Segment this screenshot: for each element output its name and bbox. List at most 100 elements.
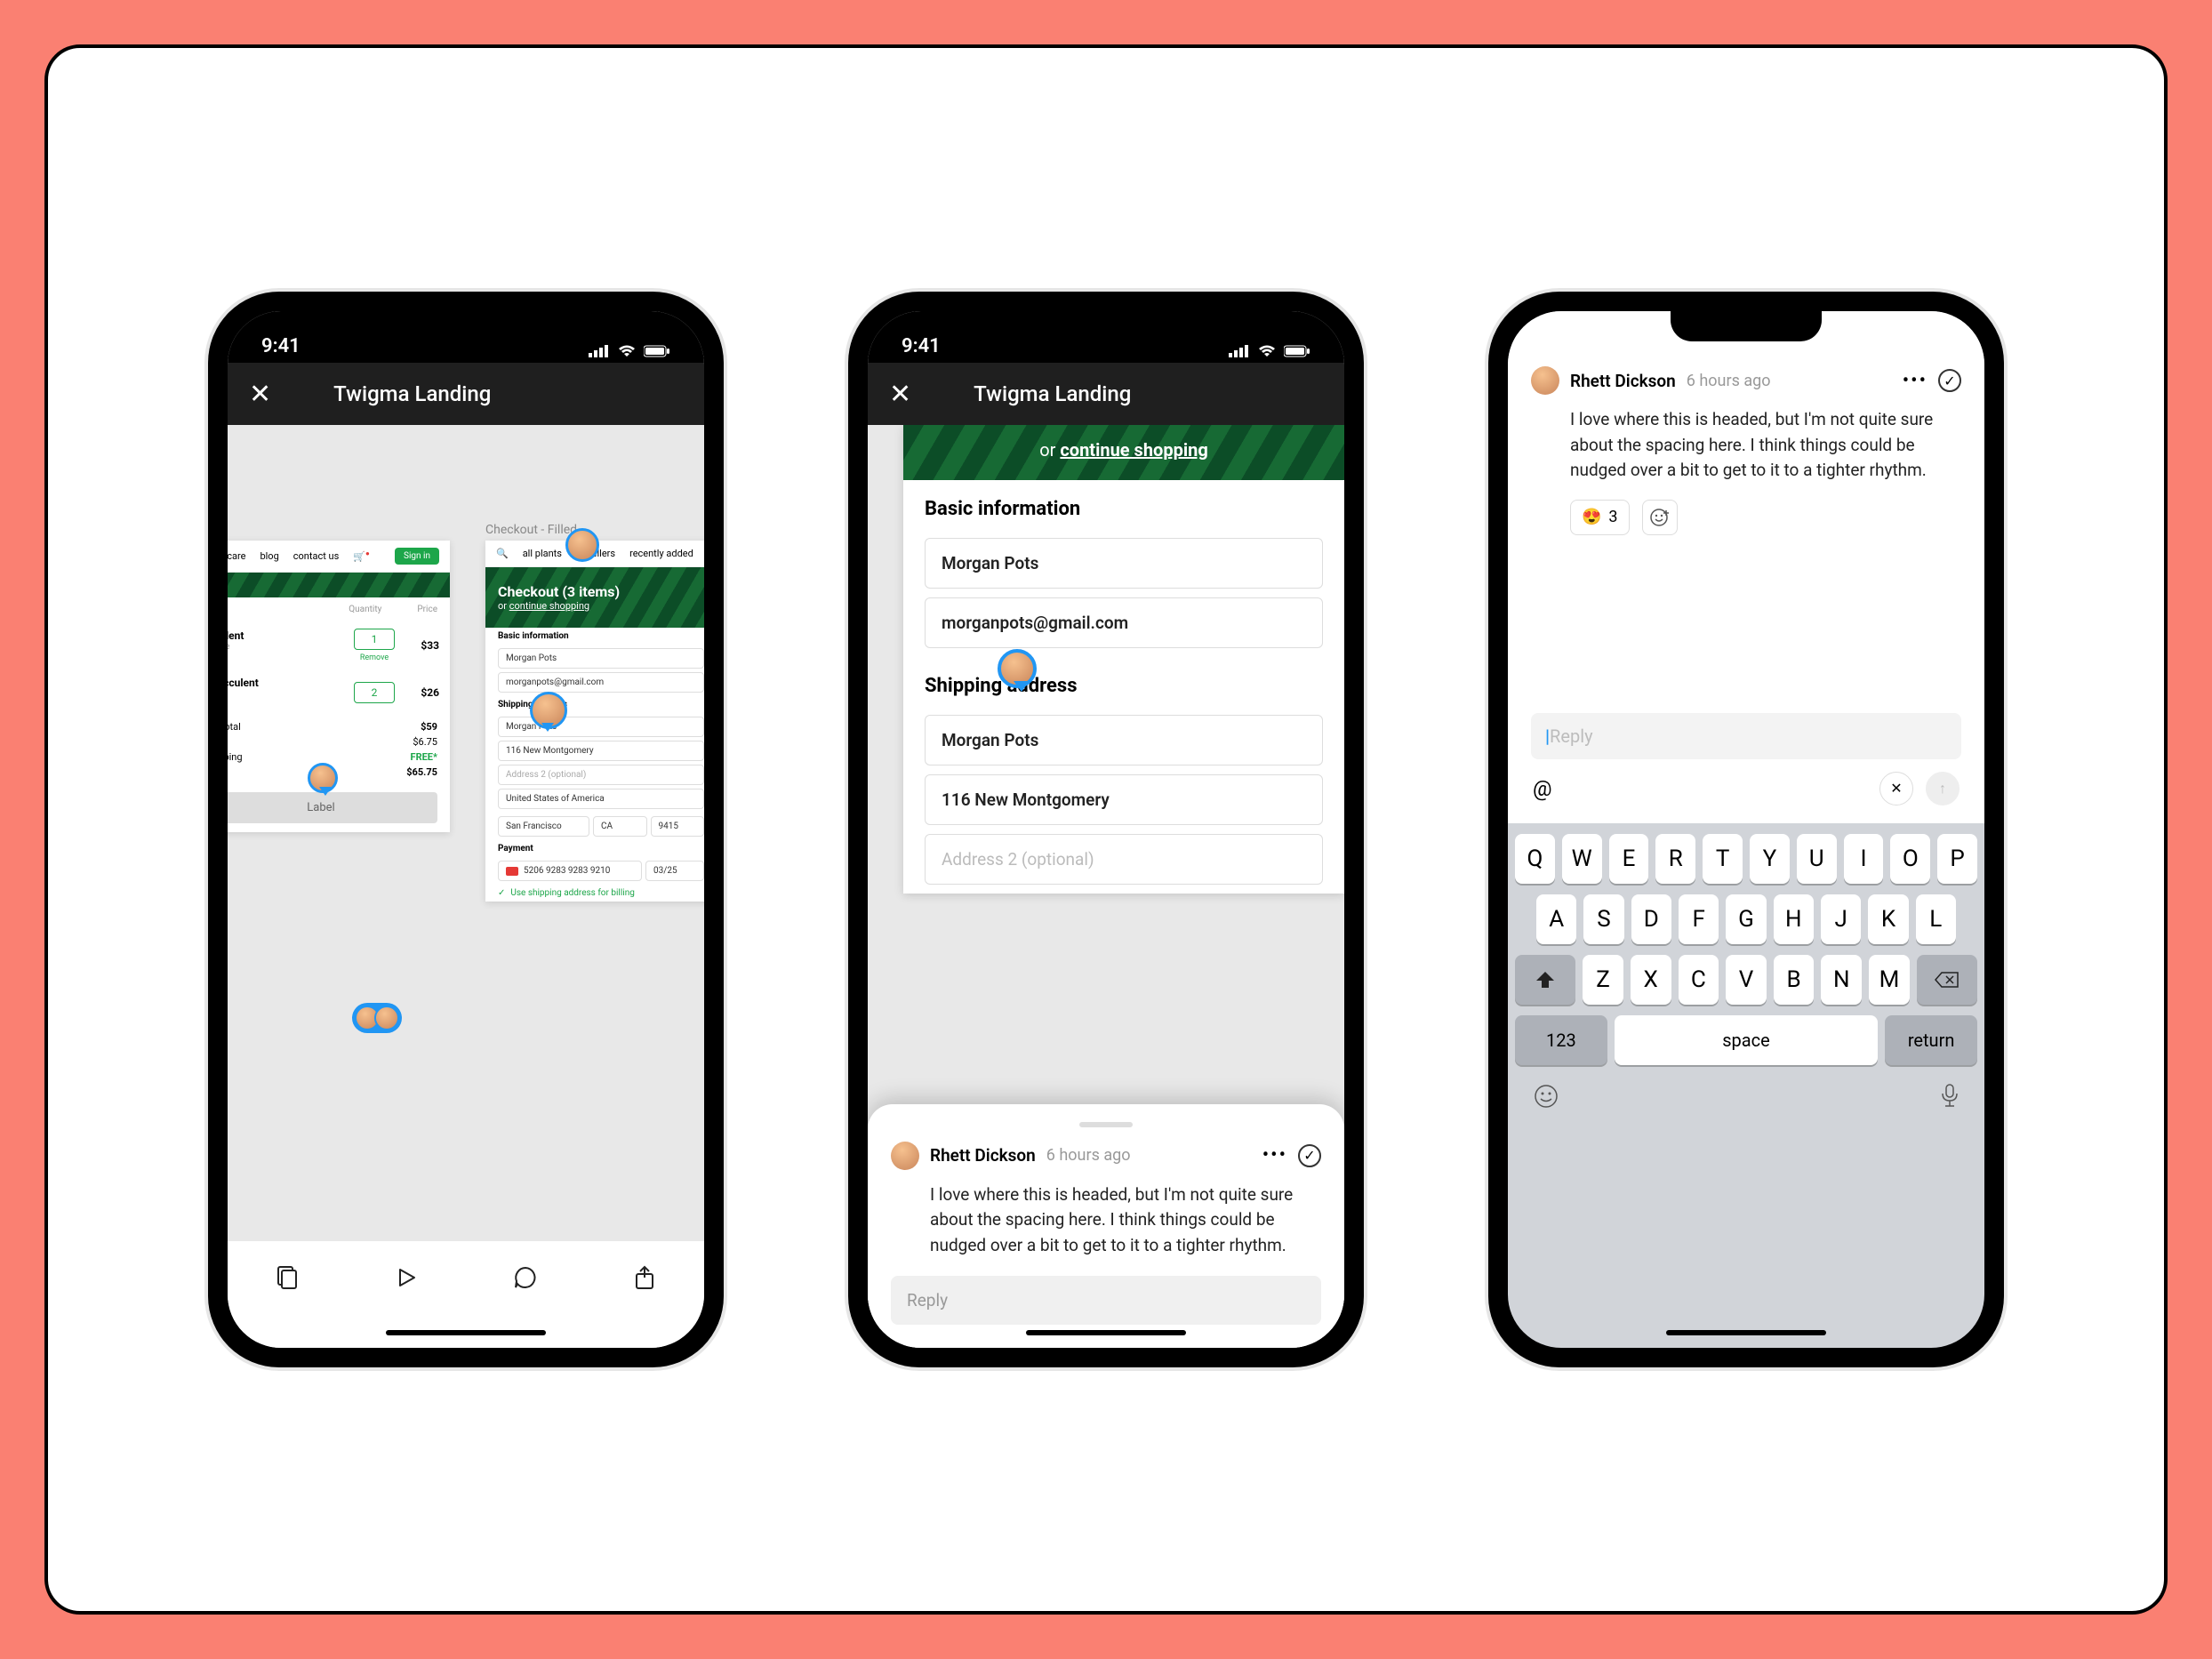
- ship-name-field[interactable]: Morgan Pots: [498, 717, 704, 737]
- key-c[interactable]: C: [1679, 955, 1719, 1005]
- key-y[interactable]: Y: [1750, 834, 1790, 884]
- nav-recent[interactable]: recently added: [629, 548, 693, 559]
- artboard-checkout-zoomed[interactable]: or continue shopping Basic information M…: [903, 425, 1344, 894]
- search-icon[interactable]: 🔍: [496, 548, 509, 559]
- key-x[interactable]: X: [1631, 955, 1671, 1005]
- emoji-keyboard-button[interactable]: [1533, 1083, 1559, 1110]
- home-indicator[interactable]: [1026, 1330, 1186, 1335]
- comment-pin-avatar[interactable]: [530, 692, 567, 729]
- home-indicator[interactable]: [1666, 1330, 1826, 1335]
- pages-button[interactable]: [270, 1261, 304, 1294]
- key-d[interactable]: D: [1631, 894, 1671, 944]
- key-r[interactable]: R: [1655, 834, 1695, 884]
- item-name: y Succulent: [228, 677, 354, 689]
- shift-key[interactable]: [1515, 955, 1575, 1005]
- play-button[interactable]: [389, 1261, 423, 1294]
- space-key[interactable]: space: [1615, 1015, 1878, 1065]
- key-t[interactable]: T: [1703, 834, 1743, 884]
- signin-button[interactable]: Sign in: [395, 548, 439, 565]
- comment-panel[interactable]: Rhett Dickson 6 hours ago ••• ✓ I love w…: [868, 1104, 1344, 1349]
- ship-city-field[interactable]: San Francisco: [498, 816, 589, 837]
- key-v[interactable]: V: [1726, 955, 1767, 1005]
- comment-pin-avatar[interactable]: [998, 649, 1037, 688]
- ship-addr2-field[interactable]: Address 2 (optional): [498, 765, 704, 785]
- comment-pin-cluster[interactable]: [352, 1003, 402, 1033]
- share-button[interactable]: [628, 1261, 661, 1294]
- design-canvas-zoomed[interactable]: or continue shopping Basic information M…: [868, 425, 1344, 1348]
- key-b[interactable]: B: [1774, 955, 1815, 1005]
- return-key[interactable]: return: [1885, 1015, 1977, 1065]
- basic-email-field[interactable]: morganpots@gmail.com: [498, 672, 704, 693]
- continue-shopping-link[interactable]: continue shopping: [509, 600, 589, 612]
- nav-plant-care[interactable]: plant care: [228, 550, 245, 562]
- close-button[interactable]: ✕: [249, 379, 271, 410]
- remove-link[interactable]: Remove: [354, 653, 395, 662]
- cart-icon[interactable]: 🛒●: [353, 549, 370, 563]
- dictation-button[interactable]: [1940, 1083, 1960, 1110]
- key-z[interactable]: Z: [1583, 955, 1623, 1005]
- backspace-key[interactable]: [1917, 955, 1977, 1005]
- card-number-field[interactable]: 5206 9283 9283 9210: [498, 861, 642, 881]
- qty-stepper[interactable]: 1: [354, 629, 395, 650]
- key-k[interactable]: K: [1868, 894, 1908, 944]
- reply-input[interactable]: Reply: [891, 1276, 1321, 1325]
- numbers-key[interactable]: 123: [1515, 1015, 1607, 1065]
- add-reaction-button[interactable]: [1642, 500, 1678, 535]
- close-reply-button[interactable]: ✕: [1879, 772, 1913, 805]
- artboard-checkout[interactable]: 🔍 all plants st sellers recently added C…: [485, 541, 704, 902]
- key-f[interactable]: F: [1679, 894, 1719, 944]
- key-i[interactable]: I: [1844, 834, 1884, 884]
- resolve-button[interactable]: ✓: [1938, 369, 1961, 392]
- drag-handle[interactable]: [1079, 1122, 1133, 1127]
- key-p[interactable]: P: [1937, 834, 1977, 884]
- nav-contact[interactable]: contact us: [293, 550, 340, 562]
- home-indicator[interactable]: [386, 1330, 546, 1335]
- continue-shopping-link[interactable]: continue shopping: [1060, 439, 1207, 461]
- comment-button[interactable]: [509, 1261, 542, 1294]
- more-menu[interactable]: •••: [1262, 1144, 1287, 1166]
- key-e[interactable]: E: [1609, 834, 1649, 884]
- presence-avatar[interactable]: [565, 528, 599, 562]
- ship-name-field[interactable]: Morgan Pots: [925, 715, 1323, 765]
- qty-stepper[interactable]: 2: [354, 682, 395, 703]
- label-button[interactable]: Label: [228, 792, 437, 823]
- resolve-button[interactable]: ✓: [1298, 1144, 1321, 1167]
- ship-state-field[interactable]: CA: [593, 816, 647, 837]
- artboard-label: Checkout - Filled: [485, 523, 577, 537]
- artboard-cart[interactable]: plant care blog contact us 🛒● Sign in Qu…: [228, 541, 450, 832]
- send-button[interactable]: ↑: [1926, 772, 1960, 805]
- basic-name-field[interactable]: Morgan Pots: [925, 538, 1323, 589]
- key-s[interactable]: S: [1583, 894, 1623, 944]
- basic-name-field[interactable]: Morgan Pots: [498, 648, 704, 669]
- key-n[interactable]: N: [1821, 955, 1862, 1005]
- key-q[interactable]: Q: [1515, 834, 1555, 884]
- key-l[interactable]: L: [1916, 894, 1956, 944]
- ship-country-field[interactable]: United States of America: [498, 789, 704, 809]
- key-a[interactable]: A: [1536, 894, 1576, 944]
- key-w[interactable]: W: [1562, 834, 1602, 884]
- key-o[interactable]: O: [1890, 834, 1930, 884]
- key-h[interactable]: H: [1774, 894, 1814, 944]
- ship-zip-field[interactable]: 9415: [651, 816, 705, 837]
- more-menu[interactable]: •••: [1903, 370, 1927, 392]
- phone-mockup-2: 9:41 ✕ Twigma Landing or continue shoppi…: [848, 292, 1364, 1367]
- mention-button[interactable]: @: [1533, 776, 1552, 801]
- key-m[interactable]: M: [1869, 955, 1910, 1005]
- comment-pin-avatar[interactable]: [308, 763, 338, 793]
- billing-checkbox-row[interactable]: ✓Use shipping address for billing: [485, 885, 704, 902]
- basic-email-field[interactable]: morganpots@gmail.com: [925, 597, 1323, 648]
- reaction-chip[interactable]: 😍 3: [1570, 500, 1630, 535]
- reply-input[interactable]: |Reply: [1531, 713, 1961, 759]
- ship-addr2-field[interactable]: Address 2 (optional): [925, 834, 1323, 885]
- nav-all-plants[interactable]: all plants: [523, 548, 562, 559]
- nav-blog[interactable]: blog: [260, 550, 278, 562]
- ship-addr1-field[interactable]: 116 New Montgomery: [925, 774, 1323, 825]
- key-g[interactable]: G: [1726, 894, 1766, 944]
- close-button[interactable]: ✕: [889, 379, 911, 410]
- ship-addr1-field[interactable]: 116 New Montgomery: [498, 741, 704, 761]
- key-u[interactable]: U: [1797, 834, 1837, 884]
- ios-keyboard[interactable]: QWERTYUIOP ASDFGHJKL ZXCVBNM 123 space r…: [1508, 823, 1984, 1124]
- card-expiry-field[interactable]: 03/25: [645, 861, 704, 881]
- key-j[interactable]: J: [1821, 894, 1861, 944]
- design-canvas[interactable]: plant care blog contact us 🛒● Sign in Qu…: [228, 425, 704, 1243]
